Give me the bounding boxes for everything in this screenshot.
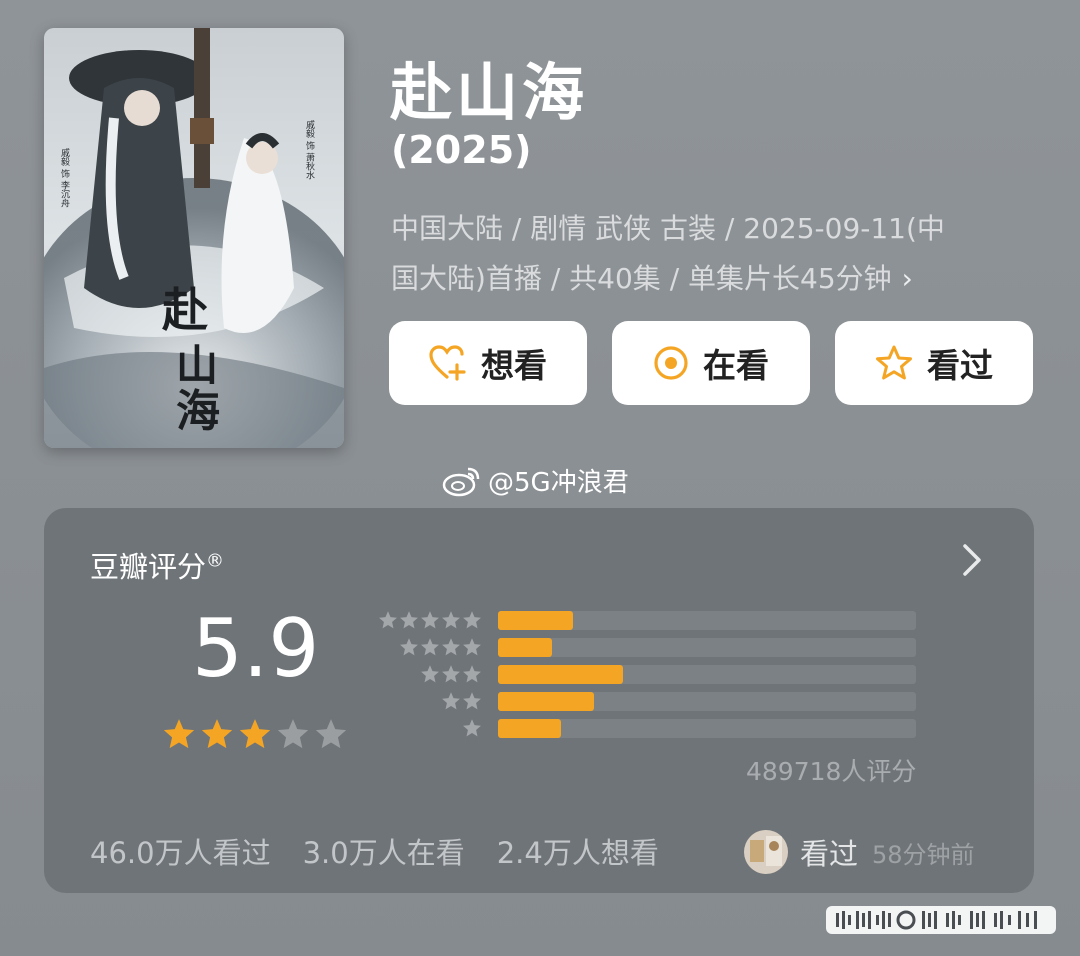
recent-action: 看过: [800, 837, 859, 871]
distribution-row-4-star: [376, 637, 916, 657]
star-small-icon: [421, 638, 439, 656]
distribution-bar-1-star: [498, 718, 561, 738]
meta-line-1: 中国大陆 / 剧情 武侠 古装 / 2025-09-11(中: [391, 212, 945, 245]
distribution-stars-label: [376, 718, 482, 738]
distribution-bar-5-star: [498, 610, 573, 630]
watched-button[interactable]: 看过: [835, 321, 1033, 405]
star-small-icon: [400, 638, 418, 656]
rating-count: 489718人评分: [746, 757, 917, 786]
want-to-watch-button[interactable]: 想看: [389, 321, 587, 405]
distribution-track: [498, 637, 916, 657]
weibo-watermark: @5G冲浪君: [442, 462, 629, 499]
distribution-bar-3-star: [498, 664, 623, 684]
rating-section-title: 豆瓣评分®: [90, 550, 225, 584]
want-to-watch-label: 想看: [481, 346, 547, 385]
avatar[interactable]: [744, 830, 788, 874]
meta-line-2: 国大陆)首播 / 共40集 / 单集片长45分钟: [391, 262, 892, 295]
watching-count[interactable]: 3.0万人在看: [303, 836, 465, 870]
rating-card[interactable]: 豆瓣评分® 5.9 489718人评分 46.0万人看过 3.0万人在看 2.4万人…: [44, 508, 1034, 893]
distribution-stars-label: [376, 664, 482, 684]
star-empty-icon: [277, 719, 309, 749]
distribution-row-2-star: [376, 691, 916, 711]
chevron-right-icon[interactable]: [957, 540, 987, 580]
star-small-icon: [421, 665, 439, 683]
star-small-icon: [463, 638, 481, 656]
distribution-bar-4-star: [498, 637, 552, 657]
star-filled-icon: [239, 719, 271, 749]
rating-score: 5.9: [192, 602, 320, 695]
want-count[interactable]: 2.4万人想看: [497, 836, 659, 870]
registered-mark: ®: [206, 550, 225, 572]
star-small-icon: [463, 611, 481, 629]
distribution-row-1-star: [376, 718, 916, 738]
distribution-row-3-star: [376, 664, 916, 684]
distribution-track: [498, 718, 916, 738]
seen-count[interactable]: 46.0万人看过: [90, 836, 271, 870]
star-small-icon: [463, 665, 481, 683]
distribution-bar-2-star: [498, 691, 594, 711]
poster-title-char-1: 赴: [161, 283, 208, 337]
watching-label: 在看: [703, 346, 769, 385]
star-small-icon: [442, 611, 460, 629]
poster-title-char-2: 山: [176, 341, 218, 390]
chevron-right-icon[interactable]: ›: [902, 262, 913, 295]
star-small-icon: [442, 665, 460, 683]
star-small-icon: [379, 611, 397, 629]
star-small-icon: [442, 638, 460, 656]
poster-title-char-3: 海: [176, 386, 220, 437]
distribution-track: [498, 664, 916, 684]
target-circle-icon: [654, 346, 688, 380]
star-small-icon: [463, 692, 481, 710]
heart-plus-icon: [429, 345, 466, 381]
watermark-text: @5G冲浪君: [488, 468, 629, 498]
recent-activity[interactable]: 看过 58分钟前: [744, 830, 975, 874]
page-title: 赴山海: [390, 56, 589, 129]
distribution-row-5-star: [376, 610, 916, 630]
weibo-icon: [442, 467, 480, 496]
star-small-icon: [463, 719, 481, 737]
distribution-stars-label: [376, 691, 482, 711]
distribution-track: [498, 610, 916, 630]
recent-time: 58分钟前: [872, 840, 975, 869]
app-logo-icon: [826, 906, 1056, 934]
movie-meta[interactable]: 中国大陆 / 剧情 武侠 古装 / 2025-09-11(中 国大陆)首播 / …: [391, 204, 1031, 304]
distribution-stars-label: [376, 610, 482, 630]
poster-credit-right: 戚毅 饰 萧秋水: [304, 119, 315, 180]
star-filled-icon: [163, 719, 195, 749]
watching-button[interactable]: 在看: [612, 321, 810, 405]
distribution-stars-label: [376, 637, 482, 657]
star-small-icon: [421, 611, 439, 629]
rating-stars: [162, 717, 348, 751]
distribution-track: [498, 691, 916, 711]
star-empty-icon: [315, 719, 347, 749]
star-outline-icon: [876, 345, 912, 380]
star-filled-icon: [201, 719, 233, 749]
poster-credit-left: 戚毅 饰 李沉舟: [59, 147, 70, 209]
poster-image[interactable]: 赴 山 海 戚毅 饰 李沉舟 戚毅 饰 萧秋水: [44, 28, 344, 448]
watched-label: 看过: [927, 346, 993, 385]
release-year: (2025): [391, 128, 532, 172]
watch-stats: 46.0万人看过 3.0万人在看 2.4万人想看: [90, 830, 691, 872]
star-small-icon: [442, 692, 460, 710]
star-small-icon: [400, 611, 418, 629]
